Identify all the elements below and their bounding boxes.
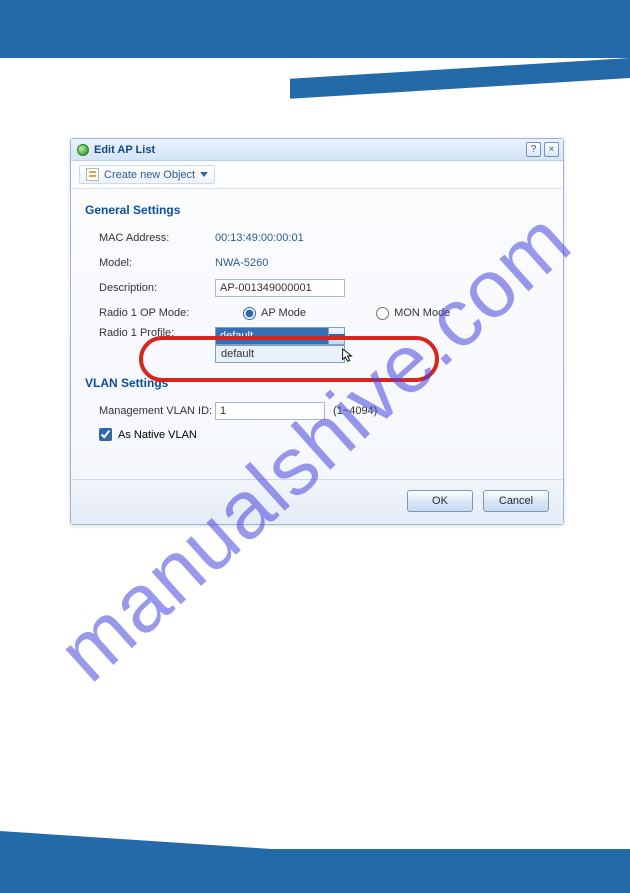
vlan-range-hint: (1~4094): [333, 405, 377, 417]
native-vlan-label: As Native VLAN: [118, 429, 197, 441]
mon-mode-label: MON Mode: [394, 307, 450, 319]
mon-mode-radio-input[interactable]: [376, 307, 389, 320]
profile-dropdown-list: default: [215, 345, 345, 363]
dialog-title: Edit AP List: [94, 144, 155, 156]
profile-selected-value: default: [216, 330, 328, 342]
vlan-id-label: Management VLAN ID:: [85, 405, 215, 417]
dialog-toolbar: Create new Object: [71, 161, 563, 189]
radio1-profile-select[interactable]: default: [215, 327, 345, 345]
native-vlan-row: As Native VLAN: [85, 428, 549, 441]
edit-ap-list-dialog: Edit AP List ? × Create new Object Gener…: [70, 138, 564, 525]
mon-mode-radio[interactable]: MON Mode: [376, 307, 450, 320]
mac-row: MAC Address: 00:13:49:00:00:01: [85, 227, 549, 249]
description-input[interactable]: [215, 279, 345, 297]
cancel-button[interactable]: Cancel: [483, 490, 549, 512]
profile-option-default[interactable]: default: [216, 346, 344, 362]
chevron-down-icon: [200, 172, 208, 177]
opmode-row: Radio 1 OP Mode: AP Mode MON Mode: [85, 302, 549, 324]
create-object-dropdown[interactable]: Create new Object: [79, 165, 215, 184]
description-label: Description:: [85, 282, 215, 294]
ok-button[interactable]: OK: [407, 490, 473, 512]
ap-mode-radio-input[interactable]: [243, 307, 256, 320]
dialog-footer: OK Cancel: [71, 479, 563, 524]
create-object-label: Create new Object: [104, 169, 195, 181]
page-footer-band: [0, 849, 630, 893]
vlan-id-row: Management VLAN ID: (1~4094): [85, 400, 549, 422]
opmode-label: Radio 1 OP Mode:: [85, 307, 215, 319]
page-header-band: [0, 0, 630, 58]
model-row: Model: NWA-5260: [85, 252, 549, 274]
chevron-down-icon: [329, 334, 345, 339]
vlan-settings-header: VLAN Settings: [85, 370, 549, 397]
vlan-id-input[interactable]: [215, 402, 325, 420]
combo-toggle-button[interactable]: [328, 328, 344, 344]
help-button[interactable]: ?: [526, 142, 541, 157]
model-label: Model:: [85, 257, 215, 269]
ap-mode-label: AP Mode: [261, 307, 306, 319]
dialog-titlebar: Edit AP List ? ×: [71, 139, 563, 161]
general-settings-header: General Settings: [85, 197, 549, 224]
description-row: Description:: [85, 277, 549, 299]
native-vlan-checkbox[interactable]: [99, 428, 112, 441]
object-icon: [86, 168, 99, 181]
profile-label: Radio 1 Profile:: [85, 327, 215, 339]
close-button[interactable]: ×: [544, 142, 559, 157]
mac-value: 00:13:49:00:00:01: [215, 232, 304, 244]
model-value: NWA-5260: [215, 257, 268, 269]
edit-icon: [77, 144, 89, 156]
profile-row: Radio 1 Profile: default default: [85, 327, 549, 349]
ap-mode-radio[interactable]: AP Mode: [243, 307, 306, 320]
mac-label: MAC Address:: [85, 232, 215, 244]
